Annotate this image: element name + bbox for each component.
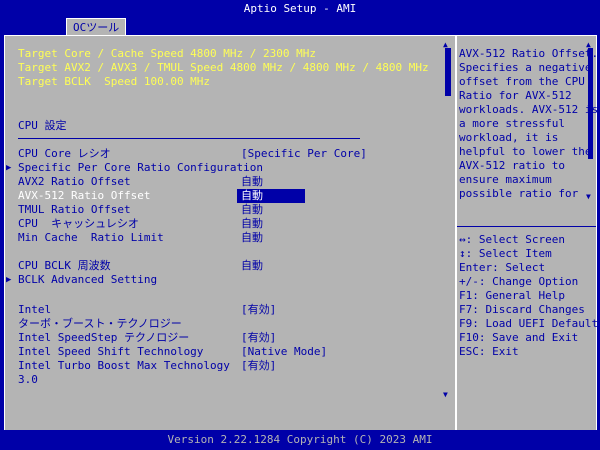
help-divider [457, 226, 596, 227]
scroll-down-icon[interactable]: ▼ [443, 390, 448, 400]
intel-speed-shift-value[interactable]: [Native Mode] [241, 345, 327, 359]
settings-pane: Target Core / Cache Speed 4800 MHz / 230… [5, 36, 455, 431]
tmul-ratio-offset-label[interactable]: TMUL Ratio Offset [18, 203, 131, 217]
min-cache-ratio-limit-value[interactable]: 自動 [241, 231, 263, 245]
help-scrollbar-thumb[interactable] [588, 48, 593, 159]
intel-turbo-boost-label[interactable]: Intel [18, 303, 51, 317]
key-help-select-screen: ↔: Select Screen [459, 233, 565, 246]
intel-turbo-boost-value[interactable]: [有効] [241, 303, 276, 317]
cpu-bclk-frequency-label[interactable]: CPU BCLK 周波数 [18, 259, 111, 273]
scrollbar-thumb[interactable] [445, 48, 451, 96]
section-title: CPU 設定 [18, 119, 67, 132]
intel-turbo-boost-max-label-cont[interactable]: 3.0 [18, 373, 38, 387]
window-title: Aptio Setup - AMI [0, 0, 600, 18]
help-line: a more stressful [459, 117, 565, 130]
intel-turbo-boost-max-value[interactable]: [有効] [241, 359, 276, 373]
cpu-bclk-frequency-value[interactable]: 自動 [241, 259, 263, 273]
help-line: ensure maximum [459, 173, 552, 186]
cpu-core-ratio-label[interactable]: CPU Core レシオ [18, 147, 111, 161]
help-line: Ratio for AVX-512 [459, 89, 572, 102]
tab-bar: OCツール [0, 18, 600, 36]
avx512-ratio-offset-value[interactable]: 自動 [241, 189, 263, 203]
key-help-load-defaults: F9: Load UEFI Defaults [459, 317, 600, 330]
intel-turbo-boost-max-label[interactable]: Intel Turbo Boost Max Technology [18, 359, 230, 373]
help-line: Specifies a negative [459, 61, 592, 74]
key-help-general-help: F1: General Help [459, 289, 565, 302]
footer-version: Version 2.22.1284 Copyright (C) 2023 AMI [0, 430, 600, 450]
submenu-arrow-icon: ▶ [6, 275, 12, 285]
submenu-arrow-icon: ▶ [6, 163, 12, 173]
intel-speed-shift-label[interactable]: Intel Speed Shift Technology [18, 345, 203, 359]
min-cache-ratio-limit-label[interactable]: Min Cache Ratio Limit [18, 231, 164, 245]
avx2-ratio-offset-value[interactable]: 自動 [241, 175, 263, 189]
target-bclk-speed: Target BCLK Speed 100.00 MHz [18, 75, 211, 88]
help-scroll-down-icon[interactable]: ▼ [586, 192, 591, 202]
avx512-ratio-offset-label[interactable]: AVX-512 Ratio Offset [18, 189, 150, 203]
tab-oc-tool[interactable]: OCツール [66, 18, 127, 36]
help-pane: AVX-512 Ratio Offset. Specifies a negati… [457, 36, 600, 431]
intel-speedstep-label[interactable]: Intel SpeedStep テクノロジー [18, 331, 189, 345]
help-line: helpful to lower the [459, 145, 592, 158]
help-line: possible ratio for [459, 187, 579, 200]
target-core-cache-speed: Target Core / Cache Speed 4800 MHz / 230… [18, 47, 317, 60]
main-panel: Target Core / Cache Speed 4800 MHz / 230… [4, 35, 600, 432]
intel-speedstep-value[interactable]: [有効] [241, 331, 276, 345]
intel-turbo-boost-label-cont[interactable]: ターボ・ブースト・テクノロジー [18, 317, 182, 331]
bclk-advanced-setting[interactable]: BCLK Advanced Setting [18, 273, 157, 287]
key-help-enter: Enter: Select [459, 261, 546, 274]
cpu-cache-ratio-label[interactable]: CPU キャッシュレシオ [18, 217, 139, 231]
help-line: AVX-512 ratio to [459, 159, 565, 172]
key-help-select-item: ↕: Select Item [459, 247, 552, 260]
scrollbar-track[interactable] [445, 48, 451, 396]
tmul-ratio-offset-value[interactable]: 自動 [241, 203, 263, 217]
section-divider [18, 138, 360, 139]
help-line: offset from the CPU [459, 75, 585, 88]
help-line: workload, it is [459, 131, 559, 144]
help-line: workloads. AVX-512 is [459, 103, 599, 116]
help-line: AVX-512 Ratio Offset. [459, 47, 599, 60]
cpu-core-ratio-value[interactable]: [Specific Per Core] [241, 147, 367, 161]
target-avx-speed: Target AVX2 / AVX3 / TMUL Speed 4800 MHz… [18, 61, 429, 74]
cpu-cache-ratio-value[interactable]: 自動 [241, 217, 263, 231]
key-help-change-option: +/-: Change Option [459, 275, 579, 288]
key-help-save-exit: F10: Save and Exit [459, 331, 579, 344]
specific-per-core-ratio-config[interactable]: Specific Per Core Ratio Configuration [18, 161, 263, 175]
key-help-exit: ESC: Exit [459, 345, 519, 358]
key-help-discard-changes: F7: Discard Changes [459, 303, 585, 316]
avx2-ratio-offset-label[interactable]: AVX2 Ratio Offset [18, 175, 131, 189]
